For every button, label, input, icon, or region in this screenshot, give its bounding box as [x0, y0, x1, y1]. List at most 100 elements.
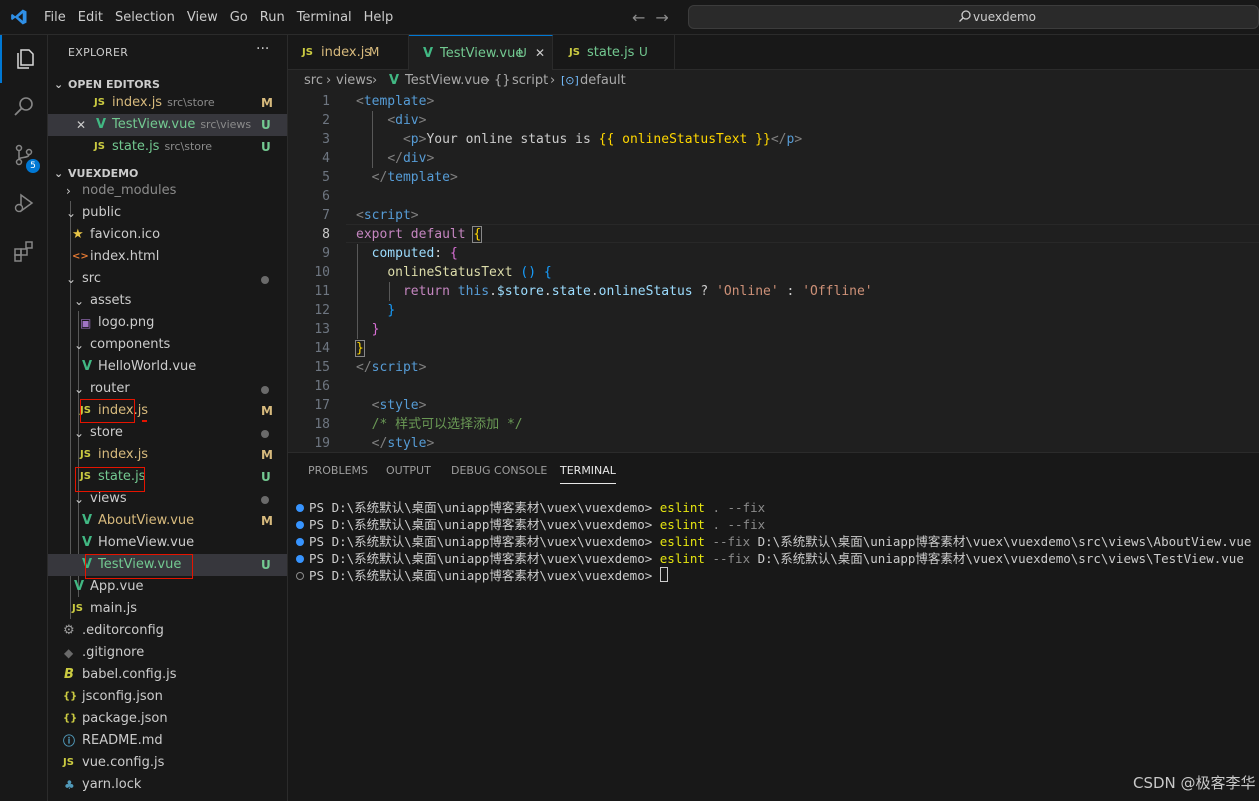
- tree-folder-store[interactable]: ⌄ store: [48, 422, 287, 444]
- open-editor-item-active[interactable]: ✕ V TestView.vue src\views U: [48, 114, 287, 136]
- menu-file[interactable]: File: [38, 10, 72, 25]
- tree-file-app[interactable]: V App.vue: [48, 576, 287, 598]
- tree-file-helloworld[interactable]: V HelloWorld.vue: [48, 356, 287, 378]
- tree-file-editorconfig[interactable]: ⚙ .editorconfig: [48, 620, 287, 642]
- tree-file-babel[interactable]: Bbabel.config.js: [48, 664, 287, 686]
- close-icon[interactable]: ✕: [535, 36, 545, 71]
- tree-file-index-html[interactable]: <> index.html: [48, 246, 287, 268]
- tree-file-vueconfig[interactable]: JS vue.config.js: [48, 752, 287, 774]
- extensions-activity[interactable]: [0, 227, 48, 275]
- tree-folder-components[interactable]: ⌄ components: [48, 334, 287, 356]
- tree-item-label: vue.config.js: [82, 755, 165, 770]
- tree-file-package[interactable]: {} package.json: [48, 708, 287, 730]
- line-number: 6: [322, 189, 330, 204]
- breadcrumb-script[interactable]: script: [512, 70, 548, 92]
- modified-status: M: [261, 448, 273, 462]
- css-comment: /* 样式可以选择添加 */: [371, 417, 523, 432]
- extensions-icon: [14, 241, 33, 262]
- terminal-line: PS D:\系统默认\桌面\uniapp博客素材\vuex\vuexdemo> …: [296, 516, 765, 533]
- tree-folder-public[interactable]: ⌄ public: [48, 202, 287, 224]
- tree-file-logo[interactable]: ▣ logo.png: [48, 312, 287, 334]
- command-center-search[interactable]: vuexdemo: [688, 5, 1259, 29]
- open-editor-item[interactable]: JS index.js src\store M: [48, 92, 287, 114]
- line-number: 7: [322, 208, 330, 223]
- tree-item-label: public: [82, 205, 122, 220]
- panel-tab-problems[interactable]: PROBLEMS: [308, 464, 368, 477]
- run-debug-activity[interactable]: [0, 179, 48, 227]
- open-editor-name: state.js: [112, 139, 160, 154]
- back-arrow-icon[interactable]: ←: [632, 8, 645, 27]
- tree-item-label: logo.png: [98, 315, 155, 330]
- explorer-sidebar: EXPLORER ··· ⌄ OPEN EDITORS JS index.js s…: [48, 35, 288, 801]
- breadcrumb-views[interactable]: views: [336, 70, 373, 92]
- watermark: CSDN @极客李华: [1133, 774, 1256, 792]
- tree-item-label: .gitignore: [82, 645, 145, 660]
- chevron-down-icon: ⌄: [66, 272, 77, 286]
- line-number: 15: [314, 360, 330, 375]
- tree-file-favicon[interactable]: ★ favicon.ico: [48, 224, 287, 246]
- editor-tabs: JS index.js M V TestView.vue U ✕ JS stat…: [288, 35, 1259, 70]
- tree-item-label: AboutView.vue: [98, 513, 195, 528]
- panel-tab-debug-console[interactable]: DEBUG CONSOLE: [451, 464, 547, 477]
- tree-item-label: babel.config.js: [82, 667, 177, 682]
- tree-folder-router[interactable]: ⌄ router: [48, 378, 287, 400]
- vue-file-icon: V: [96, 117, 107, 132]
- chevron-down-icon: ⌄: [74, 294, 85, 308]
- tree-folder-src[interactable]: ⌄ src: [48, 268, 287, 290]
- panel-tab-output[interactable]: OUTPUT: [386, 464, 431, 477]
- tree-file-jsconfig[interactable]: {} jsconfig.json: [48, 686, 287, 708]
- tree-folder-assets[interactable]: ⌄ assets: [48, 290, 287, 312]
- search-text: vuexdemo: [973, 10, 1037, 24]
- tree-file-gitignore[interactable]: ◆ .gitignore: [48, 642, 287, 664]
- tree-item-label: src: [82, 271, 101, 286]
- tree-file-main[interactable]: JS main.js: [48, 598, 287, 620]
- terminal-prompt: PS D:\系统默认\桌面\uniapp博客素材\vuex\vuexdemo>: [309, 568, 660, 583]
- search-icon: [959, 10, 971, 22]
- close-icon[interactable]: ✕: [76, 114, 86, 136]
- menu-go[interactable]: Go: [224, 10, 254, 25]
- line-number: 9: [322, 246, 330, 261]
- vscode-logo-icon[interactable]: [10, 8, 28, 26]
- tab-label: TestView.vue: [440, 46, 524, 61]
- tree-item-label: assets: [90, 293, 132, 308]
- terminal-line[interactable]: PS D:\系统默认\桌面\uniapp博客素材\vuex\vuexdemo>: [296, 567, 668, 584]
- breadcrumb-file[interactable]: TestView.vue: [405, 70, 488, 92]
- search-activity[interactable]: [0, 83, 48, 131]
- open-editor-path: src\store: [167, 96, 215, 109]
- breadcrumb-default[interactable]: default: [580, 70, 626, 92]
- open-editor-item[interactable]: JS state.js src\store U: [48, 136, 287, 158]
- tab-state-js[interactable]: JS state.js U: [553, 35, 675, 70]
- tree-file-aboutview[interactable]: V AboutView.vue M: [48, 510, 287, 532]
- tree-file-yarnlock[interactable]: ♣ yarn.lock: [48, 774, 287, 796]
- menu-edit[interactable]: Edit: [72, 10, 109, 25]
- tab-testview-vue[interactable]: V TestView.vue U ✕: [409, 35, 553, 70]
- terminal-command: eslint: [659, 517, 705, 532]
- more-actions-icon[interactable]: ···: [256, 41, 269, 57]
- tab-index-js[interactable]: JS index.js M: [288, 35, 409, 70]
- tree-folder-node-modules[interactable]: › node_modules: [48, 180, 287, 202]
- code-editor[interactable]: 1 2 3 4 5 6 7 8 9 10 11 12 13 14 15 16 17 18 19 <template>…: [288, 92, 1259, 452]
- line-number: 16: [314, 379, 330, 394]
- chevron-down-icon: ⌄: [74, 426, 85, 440]
- forward-arrow-icon[interactable]: →: [655, 8, 668, 27]
- tree-item-label: README.md: [82, 733, 163, 748]
- explorer-activity[interactable]: [0, 35, 48, 83]
- menu-terminal[interactable]: Terminal: [291, 10, 358, 25]
- command-status-dot-icon: [296, 521, 304, 529]
- line-number: 10: [314, 265, 330, 280]
- menu-selection[interactable]: Selection: [109, 10, 181, 25]
- tree-file-homeview[interactable]: V HomeView.vue: [48, 532, 287, 554]
- menu-help[interactable]: Help: [358, 10, 400, 25]
- menu-view[interactable]: View: [181, 10, 224, 25]
- terminal-args: . --fix: [704, 500, 766, 515]
- panel-tab-terminal[interactable]: TERMINAL: [560, 464, 616, 484]
- vue-file-icon: V: [82, 535, 93, 550]
- tree-file-readme[interactable]: ⓘ README.md: [48, 730, 287, 752]
- tree-file-store-index[interactable]: JS index.js M: [48, 444, 287, 466]
- breadcrumb-src[interactable]: src: [304, 70, 323, 92]
- source-control-activity[interactable]: 5: [0, 131, 48, 179]
- menu-run[interactable]: Run: [254, 10, 291, 25]
- vue-file-icon: V: [82, 513, 93, 528]
- modified-status: M: [369, 45, 380, 59]
- untracked-status: U: [261, 118, 271, 132]
